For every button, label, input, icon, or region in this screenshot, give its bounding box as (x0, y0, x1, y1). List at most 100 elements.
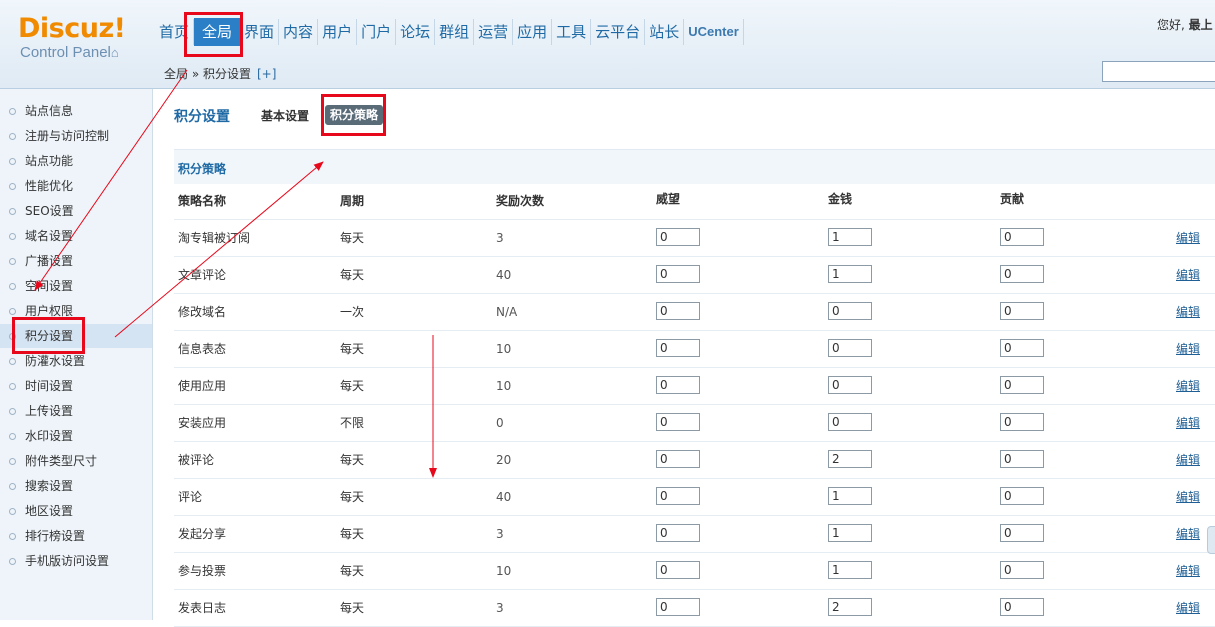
gongxian-input[interactable] (1000, 561, 1044, 579)
sidebar-item-7[interactable]: 空间设置 (0, 274, 152, 298)
sidebar-item-16[interactable]: 地区设置 (0, 499, 152, 523)
jinqian-input[interactable] (828, 302, 872, 320)
gongxian-input[interactable] (1000, 265, 1044, 283)
edit-link[interactable]: 编辑 (1176, 305, 1200, 319)
jinqian-input[interactable] (828, 265, 872, 283)
tab-basic-settings[interactable]: 基本设置 (257, 106, 313, 126)
weiwang-input[interactable] (656, 376, 700, 394)
edit-link[interactable]: 编辑 (1176, 416, 1200, 430)
section-title: 积分策略 (178, 162, 227, 176)
weiwang-input[interactable] (656, 561, 700, 579)
nav-item-9[interactable]: 应用 (513, 19, 553, 45)
side-scroll-handle[interactable] (1207, 526, 1215, 554)
sidebar-item-18[interactable]: 手机版访问设置 (0, 549, 152, 573)
sidebar-item-15[interactable]: 搜索设置 (0, 474, 152, 498)
edit-link[interactable]: 编辑 (1176, 527, 1200, 541)
logo-text: Discuz! (18, 13, 126, 44)
edit-link[interactable]: 编辑 (1176, 490, 1200, 504)
sidebar-item-14[interactable]: 附件类型尺寸 (0, 449, 152, 473)
logo-subtitle-text: Control Panel (20, 44, 111, 61)
jinqian-input[interactable] (828, 598, 872, 616)
sidebar-item-label: 附件类型尺寸 (25, 454, 98, 468)
weiwang-input[interactable] (656, 339, 700, 357)
nav-item-6[interactable]: 论坛 (396, 19, 436, 45)
add-shortcut-link[interactable]: [+] (257, 67, 276, 81)
edit-link[interactable]: 编辑 (1176, 231, 1200, 245)
sidebar-item-label: 广播设置 (25, 254, 74, 268)
edit-cell: 编辑 (1176, 405, 1200, 441)
bullet-icon (9, 258, 16, 265)
jinqian-input[interactable] (828, 413, 872, 431)
nav-item-8[interactable]: 运营 (474, 19, 514, 45)
jinqian-input[interactable] (828, 487, 872, 505)
sidebar-item-label: 站点信息 (25, 104, 74, 118)
gongxian-input[interactable] (1000, 524, 1044, 542)
sidebar-item-3[interactable]: 性能优化 (0, 174, 152, 198)
jinqian-input[interactable] (828, 228, 872, 246)
weiwang-input[interactable] (656, 487, 700, 505)
weiwang-input[interactable] (656, 228, 700, 246)
edit-link[interactable]: 编辑 (1176, 601, 1200, 615)
weiwang-input[interactable] (656, 265, 700, 283)
jinqian-input[interactable] (828, 339, 872, 357)
header: Discuz! Control Panel⌂ 首页 全局 界面 内容 用户 门户 论坛 群组运… (0, 0, 1215, 89)
nav-item-13[interactable]: UCenter (684, 19, 744, 45)
logo[interactable]: Discuz! Control Panel⌂ (18, 14, 148, 66)
sidebar-item-6[interactable]: 广播设置 (0, 249, 152, 273)
edit-link[interactable]: 编辑 (1176, 342, 1200, 356)
nav-item-10[interactable]: 工具 (552, 19, 592, 45)
gongxian-input[interactable] (1000, 598, 1044, 616)
column-header-name: 策略名称 (178, 194, 227, 208)
bullet-icon (9, 233, 16, 240)
nav-item-4[interactable]: 用户 (318, 19, 358, 45)
sidebar-item-2[interactable]: 站点功能 (0, 149, 152, 173)
sidebar-item-0[interactable]: 站点信息 (0, 99, 152, 123)
nav-item-11[interactable]: 云平台 (591, 19, 646, 45)
nav-item-7[interactable]: 群组 (435, 19, 475, 45)
gongxian-input[interactable] (1000, 339, 1044, 357)
nav-item-12[interactable]: 站长 (645, 19, 685, 45)
weiwang-input[interactable] (656, 524, 700, 542)
table-row: 发表日志 每天 3 编辑 (174, 590, 1215, 627)
edit-link[interactable]: 编辑 (1176, 268, 1200, 282)
weiwang-input[interactable] (656, 598, 700, 616)
gongxian-input[interactable] (1000, 413, 1044, 431)
edit-link[interactable]: 编辑 (1176, 564, 1200, 578)
jinqian-input[interactable] (828, 450, 872, 468)
nav-item-5[interactable]: 门户 (357, 19, 397, 45)
gongxian-input[interactable] (1000, 302, 1044, 320)
gongxian-input[interactable] (1000, 228, 1044, 246)
logo-subtitle: Control Panel⌂ (18, 44, 148, 62)
greeting-user[interactable]: 最上 (1189, 18, 1213, 32)
gongxian-input[interactable] (1000, 376, 1044, 394)
jinqian-input[interactable] (828, 376, 872, 394)
gongxian-input[interactable] (1000, 450, 1044, 468)
strategy-name: 安装应用 (178, 416, 227, 430)
strategy-name: 被评论 (178, 453, 215, 467)
column-header-times: 奖励次数 (496, 194, 545, 208)
edit-cell: 编辑 (1176, 220, 1200, 256)
edit-cell: 编辑 (1176, 479, 1200, 515)
strategy-times: 10 (496, 379, 512, 393)
jinqian-input[interactable] (828, 561, 872, 579)
gongxian-input[interactable] (1000, 487, 1044, 505)
strategy-cycle: 每天 (340, 601, 365, 615)
sidebar-item-5[interactable]: 域名设置 (0, 224, 152, 248)
sidebar-item-13[interactable]: 水印设置 (0, 424, 152, 448)
sidebar-item-1[interactable]: 注册与访问控制 (0, 124, 152, 148)
weiwang-input[interactable] (656, 450, 700, 468)
search-input[interactable] (1102, 61, 1215, 82)
edit-link[interactable]: 编辑 (1176, 379, 1200, 393)
edit-link[interactable]: 编辑 (1176, 453, 1200, 467)
strategy-name: 发表日志 (178, 601, 227, 615)
weiwang-input[interactable] (656, 413, 700, 431)
nav-item-3[interactable]: 内容 (279, 19, 319, 45)
weiwang-input[interactable] (656, 302, 700, 320)
sidebar-item-17[interactable]: 排行榜设置 (0, 524, 152, 548)
strategy-cycle: 每天 (340, 453, 365, 467)
sidebar-item-11[interactable]: 时间设置 (0, 374, 152, 398)
sidebar-item-4[interactable]: SEO设置 (0, 199, 152, 223)
jinqian-input[interactable] (828, 524, 872, 542)
sidebar-item-12[interactable]: 上传设置 (0, 399, 152, 423)
nav-item-2[interactable]: 界面 (240, 19, 280, 45)
